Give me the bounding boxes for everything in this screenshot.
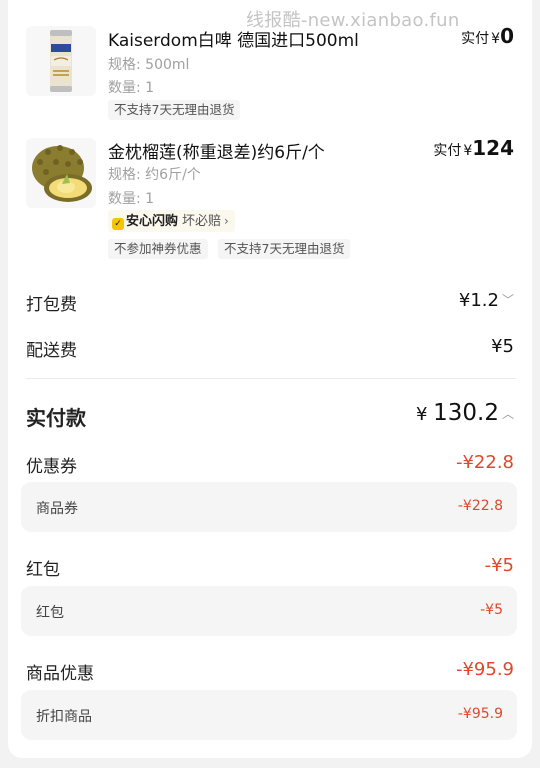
red-packet-detail-label: 红包 bbox=[36, 605, 64, 621]
assurance-badge[interactable]: ✓ 安心闪购 坏必赔 › bbox=[108, 210, 235, 232]
assurance-title: 安心闪购 bbox=[126, 214, 179, 229]
product-price: 实付 ¥0 bbox=[461, 24, 514, 48]
coupon-label: 优惠券 bbox=[26, 457, 77, 477]
coupon-detail-label: 商品券 bbox=[36, 501, 78, 517]
price-currency: ¥ bbox=[491, 31, 501, 47]
product-item-durian[interactable]: 金枕榴莲(称重退差)约6斤/个 规格: 约6斤/个 数量: 1 ✓ 安心闪购 坏必赔… bbox=[26, 136, 516, 262]
price-value: 124 bbox=[472, 136, 514, 160]
product-discount-row: 商品优惠 -¥95.9 bbox=[26, 659, 516, 685]
product-discount-detail-label: 折扣商品 bbox=[36, 709, 92, 725]
product-spec: 规格: 500ml bbox=[108, 57, 190, 73]
coupon-detail: 商品券 -¥22.8 bbox=[21, 482, 517, 532]
product-name: 金枕榴莲(称重退差)约6斤/个 bbox=[108, 143, 325, 163]
total-value: ¥ 130.2 ︿ bbox=[416, 400, 514, 426]
product-spec: 规格: 约6斤/个 bbox=[108, 167, 201, 183]
coupon-detail-value: -¥22.8 bbox=[457, 498, 503, 514]
product-tag: 不支持7天无理由退货 bbox=[108, 100, 241, 120]
product-tag: 不支持7天无理由退货 bbox=[218, 239, 351, 259]
product-discount-value: -¥95.9 bbox=[455, 659, 514, 680]
red-packet-detail: 红包 -¥5 bbox=[21, 586, 517, 636]
delivery-fee-row: 配送费 ¥5 bbox=[26, 336, 516, 362]
total-currency: ¥ bbox=[415, 404, 428, 425]
coupon-row: 优惠券 -¥22.8 bbox=[26, 452, 516, 478]
price-currency: ¥ bbox=[463, 143, 473, 159]
chevron-right-icon: › bbox=[224, 214, 229, 228]
delivery-fee-label: 配送费 bbox=[26, 341, 77, 361]
price-label: 实付 bbox=[461, 31, 490, 47]
total-amount: 130.2 bbox=[433, 400, 499, 426]
durian-image bbox=[26, 138, 96, 208]
red-packet-row: 红包 -¥5 bbox=[26, 555, 516, 581]
assurance-subtitle: 坏必赔 bbox=[182, 214, 222, 229]
total-label: 实付款 bbox=[26, 406, 86, 430]
product-quantity: 数量: 1 bbox=[108, 191, 155, 207]
divider bbox=[26, 378, 516, 379]
chevron-up-icon: ︿ bbox=[501, 407, 514, 421]
packing-fee-row[interactable]: 打包费 ¥1.2 ﹀ bbox=[26, 290, 516, 316]
watermark: 线报酷-new.xianbao.fun bbox=[246, 10, 460, 31]
product-price: 实付 ¥124 bbox=[433, 136, 514, 160]
coupon-value: -¥22.8 bbox=[455, 452, 514, 473]
price-value: 0 bbox=[500, 24, 514, 48]
product-discount-detail-value: -¥95.9 bbox=[457, 706, 503, 722]
product-quantity: 数量: 1 bbox=[108, 80, 155, 96]
beer-can-image bbox=[26, 26, 96, 96]
check-icon: ✓ bbox=[112, 218, 124, 230]
delivery-fee-value: ¥5 bbox=[491, 336, 514, 357]
red-packet-label: 红包 bbox=[26, 560, 60, 580]
product-discount-label: 商品优惠 bbox=[26, 664, 94, 684]
packing-fee-value: ¥1.2 ﹀ bbox=[459, 290, 514, 311]
price-label: 实付 bbox=[433, 143, 462, 159]
product-tag: 不参加神券优惠 bbox=[108, 239, 208, 259]
red-packet-detail-value: -¥5 bbox=[480, 602, 503, 618]
product-item-beer[interactable]: Kaiserdom白啤 德国进口500ml 规格: 500ml 数量: 1 不支… bbox=[26, 24, 516, 126]
packing-fee-amount: ¥1.2 bbox=[458, 290, 499, 311]
total-row[interactable]: 实付款 ¥ 130.2 ︿ bbox=[26, 400, 516, 432]
packing-fee-label: 打包费 bbox=[26, 295, 77, 315]
red-packet-value: -¥5 bbox=[484, 555, 514, 576]
chevron-down-icon: ﹀ bbox=[501, 293, 514, 307]
product-discount-detail: 折扣商品 -¥95.9 bbox=[21, 690, 517, 740]
